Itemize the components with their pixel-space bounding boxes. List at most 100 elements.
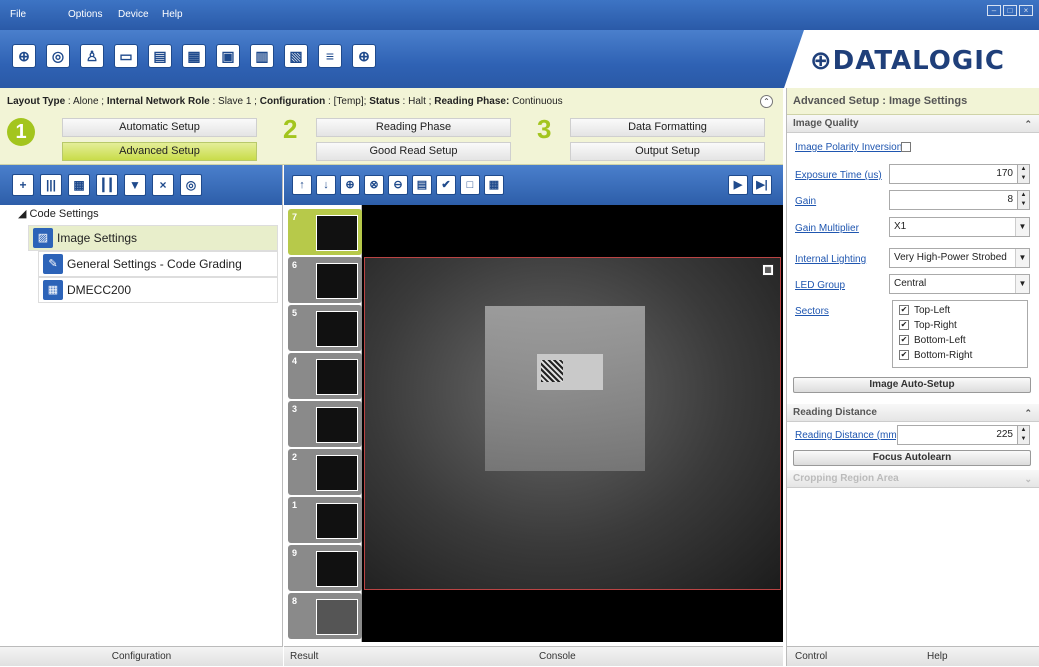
menu-help[interactable]: Help — [162, 9, 183, 20]
menu-bar: File Options Device Help – □ × — [0, 0, 1039, 30]
close-icon[interactable]: × — [1019, 5, 1033, 16]
save-image-icon[interactable]: ▤ — [412, 175, 432, 195]
device-discovery-icon[interactable]: ◎ — [46, 44, 70, 68]
code-label — [537, 354, 603, 390]
arrow-down-icon[interactable]: ↓ — [316, 175, 336, 195]
user-icon[interactable]: ♙ — [80, 44, 104, 68]
sector-bottom-left[interactable]: ✔ Bottom-Left — [899, 335, 1021, 350]
grid-icon[interactable]: ▦ — [484, 175, 504, 195]
section-label: Cropping Region Area — [793, 473, 899, 484]
sector-top-left[interactable]: ✔ Top-Left — [899, 305, 1021, 320]
datamatrix-icon[interactable]: ▦ — [68, 174, 90, 196]
thumbnail[interactable]: 9 — [288, 545, 362, 591]
tree-item-general-settings[interactable]: ✎ General Settings - Code Grading — [38, 251, 278, 277]
status-value: Halt — [408, 96, 426, 107]
image-options-icon[interactable]: ▦ — [762, 264, 774, 276]
thumbnail[interactable]: 4 — [288, 353, 362, 399]
zoom-reset-icon[interactable]: ⊗ — [364, 175, 384, 195]
spinner-icon[interactable]: ▲ ▼ — [1017, 191, 1029, 209]
cropping-region-section[interactable]: Cropping Region Area ⌄ — [787, 470, 1039, 488]
menu-device[interactable]: Device — [118, 9, 149, 20]
filter-icon[interactable]: ▼ — [124, 174, 146, 196]
properties-title: Advanced Setup : Image Settings — [787, 88, 1039, 115]
thumbnail-image — [316, 503, 358, 539]
play-icon[interactable]: ▶ — [728, 175, 748, 195]
minimize-icon[interactable]: – — [987, 5, 1001, 16]
checkbox-checked-icon[interactable]: ✔ — [899, 335, 909, 346]
spinner-icon[interactable]: ▲ ▼ — [1017, 426, 1029, 444]
zoom-in-icon[interactable]: ⊕ — [340, 175, 360, 195]
brand-text: ⊕DATALOGIC — [809, 46, 1005, 76]
gain-multiplier-select[interactable]: X1 ▼ — [889, 217, 1030, 237]
frame-icon[interactable]: □ — [460, 175, 480, 195]
tree-item-image-settings[interactable]: ▨ Image Settings — [28, 225, 278, 251]
checkbox-checked-icon[interactable]: ✔ — [899, 350, 909, 361]
menu-options[interactable]: Options — [68, 9, 102, 20]
receive-config-icon[interactable]: ▦ — [182, 44, 206, 68]
export-icon[interactable]: ≡ — [318, 44, 342, 68]
exposure-time-input[interactable]: 170 ▲ ▼ — [889, 164, 1030, 184]
sectors-list: ✔ Top-Left ✔ Top-Right ✔ Bottom-Left ✔ Botto… — [892, 300, 1028, 368]
add-code-icon[interactable]: + — [12, 174, 34, 196]
reading-distance-section[interactable]: Reading Distance ⌃ — [787, 404, 1039, 422]
thumbnail[interactable]: 6 — [288, 257, 362, 303]
step-forward-icon[interactable]: ▶| — [752, 175, 772, 195]
collapse-up-icon[interactable]: ⌃ — [760, 95, 773, 108]
tab-result[interactable]: Result — [290, 647, 318, 667]
maximize-icon[interactable]: □ — [1003, 5, 1017, 16]
output-setup-button[interactable]: Output Setup — [570, 142, 765, 161]
gain-input[interactable]: 8 ▲ ▼ — [889, 190, 1030, 210]
tab-help[interactable]: Help — [927, 647, 948, 667]
tree-item-dmecc200[interactable]: ▦ DMECC200 — [38, 277, 278, 303]
thumbnail[interactable]: 7 — [288, 209, 362, 255]
window-icon[interactable]: ▭ — [114, 44, 138, 68]
tree-root-code-settings[interactable]: ◢ Code Settings — [18, 207, 99, 220]
arrow-up-icon[interactable]: ↑ — [292, 175, 312, 195]
sector-bottom-right[interactable]: ✔ Bottom-Right — [899, 350, 1021, 365]
thumbnail[interactable]: 5 — [288, 305, 362, 351]
reading-distance-input[interactable]: 225 ▲ ▼ — [897, 425, 1030, 445]
led-group-label: LED Group — [795, 280, 846, 291]
delete-icon[interactable]: × — [152, 174, 174, 196]
postal-code-icon[interactable]: ┃┃ — [96, 174, 118, 196]
focus-autolearn-button[interactable]: Focus Autolearn — [793, 450, 1031, 466]
thumbnail[interactable]: 3 — [288, 401, 362, 447]
load-config-icon[interactable]: ▥ — [250, 44, 274, 68]
save-config-icon[interactable]: ▣ — [216, 44, 240, 68]
menu-file[interactable]: File — [10, 9, 26, 20]
thumbnail[interactable]: 8 — [288, 593, 362, 639]
tab-console[interactable]: Console — [539, 647, 576, 667]
zoom-out-icon[interactable]: ⊖ — [388, 175, 408, 195]
image-quality-section[interactable]: Image Quality ⌃ — [787, 115, 1039, 133]
send-config-icon[interactable]: ▤ — [148, 44, 172, 68]
internal-lighting-select[interactable]: Very High-Power Strobed ▼ — [889, 248, 1030, 268]
image-toolbar: ↑ ↓ ⊕ ⊗ ⊖ ▤ ✔ □ ▦ ▶ ▶| — [284, 165, 783, 205]
spinner-icon[interactable]: ▲ ▼ — [1017, 165, 1029, 183]
checkbox-checked-icon[interactable]: ✔ — [899, 320, 909, 331]
good-read-setup-button[interactable]: Good Read Setup — [316, 142, 511, 161]
status-label: Status — [369, 96, 400, 107]
reading-phase-button[interactable]: Reading Phase — [316, 118, 511, 137]
sector-label: Bottom-Left — [914, 335, 966, 346]
data-formatting-button[interactable]: Data Formatting — [570, 118, 765, 137]
connect-icon[interactable]: ⊕ — [12, 44, 36, 68]
image-viewer[interactable]: ▦ — [362, 205, 783, 642]
thumbnail[interactable]: 2 — [288, 449, 362, 495]
led-group-select[interactable]: Central ▼ — [889, 274, 1030, 294]
step-3-badge: 3 — [537, 114, 552, 144]
sector-top-right[interactable]: ✔ Top-Right — [899, 320, 1021, 335]
advanced-setup-button[interactable]: Advanced Setup — [62, 142, 257, 161]
autolearn-icon[interactable]: ◎ — [180, 174, 202, 196]
barcode-icon[interactable]: ||| — [40, 174, 62, 196]
thumbnail-image — [316, 215, 358, 251]
checkbox-checked-icon[interactable]: ✔ — [899, 305, 909, 316]
tab-control[interactable]: Control — [795, 647, 827, 667]
configuration-tab[interactable]: Configuration — [0, 646, 283, 666]
compare-config-icon[interactable]: ▧ — [284, 44, 308, 68]
crosshair-icon[interactable]: ⊕ — [352, 44, 376, 68]
automatic-setup-button[interactable]: Automatic Setup — [62, 118, 257, 137]
check-icon[interactable]: ✔ — [436, 175, 456, 195]
image-polarity-inversion-checkbox[interactable] — [901, 142, 911, 152]
thumbnail[interactable]: 1 — [288, 497, 362, 543]
image-auto-setup-button[interactable]: Image Auto-Setup — [793, 377, 1031, 393]
